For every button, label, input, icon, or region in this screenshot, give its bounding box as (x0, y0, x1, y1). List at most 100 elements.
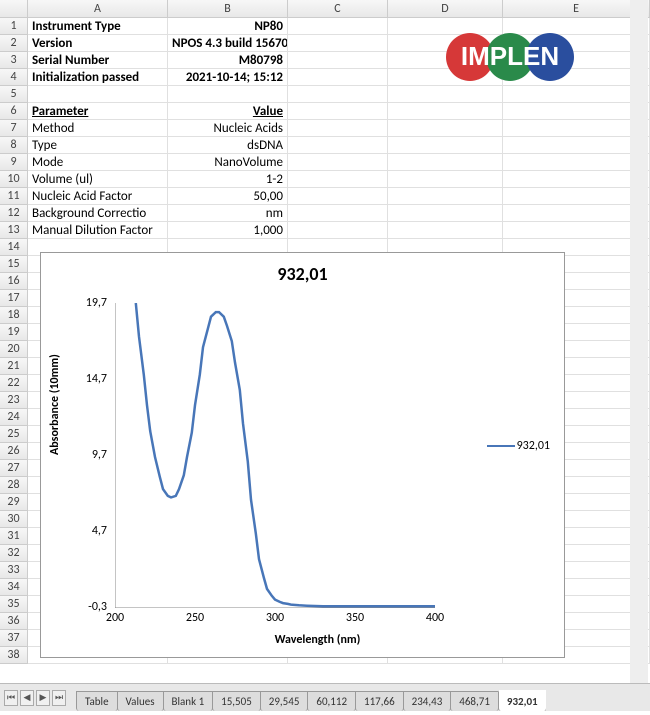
cell-A5[interactable] (28, 86, 168, 103)
tab-nav-last[interactable]: ⏭ (52, 690, 66, 706)
col-header-c[interactable]: C (288, 0, 388, 17)
select-all-corner[interactable] (0, 0, 28, 17)
cell-C3[interactable] (288, 52, 388, 69)
cell-C5[interactable] (288, 86, 388, 103)
cell-B2[interactable]: NPOS 4.3 build 15670 (168, 35, 288, 52)
cell-A8[interactable]: Type (28, 137, 168, 154)
cell-A6[interactable]: Parameter (28, 103, 168, 120)
col-header-e[interactable]: E (503, 0, 650, 17)
row-header[interactable]: 2 (0, 35, 28, 52)
cell-E9[interactable] (503, 154, 650, 171)
cell-E7[interactable] (503, 120, 650, 137)
row-header[interactable]: 32 (0, 545, 28, 562)
sheet-tab[interactable]: Table (76, 691, 118, 711)
sheet-tab[interactable]: 234,43 (403, 691, 452, 711)
cell-A2[interactable]: Version (28, 35, 168, 52)
cell-A13[interactable]: Manual Dilution Factor (28, 222, 168, 239)
row-header[interactable]: 21 (0, 358, 28, 375)
cell-C10[interactable] (288, 171, 388, 188)
cell-A4[interactable]: Initialization passed (28, 69, 168, 86)
row-header[interactable]: 8 (0, 137, 28, 154)
row-header[interactable]: 34 (0, 579, 28, 596)
cell-B12[interactable]: nm (168, 205, 288, 222)
sheet-tab[interactable]: 60,112 (307, 691, 356, 711)
row-header[interactable]: 1 (0, 18, 28, 35)
row-header[interactable]: 27 (0, 460, 28, 477)
row-header[interactable]: 12 (0, 205, 28, 222)
tab-nav-prev[interactable]: ◀ (20, 690, 34, 706)
sheet-tab[interactable]: 15,505 (212, 691, 261, 711)
cell-B10[interactable]: 1-2 (168, 171, 288, 188)
cell-D11[interactable] (388, 188, 503, 205)
cell-A7[interactable]: Method (28, 120, 168, 137)
cell-E5[interactable] (503, 86, 650, 103)
cell-D9[interactable] (388, 154, 503, 171)
cell-B6[interactable]: Value (168, 103, 288, 120)
cell-B8[interactable]: dsDNA (168, 137, 288, 154)
row-header[interactable]: 16 (0, 273, 28, 290)
cell-C1[interactable] (288, 18, 388, 35)
row-header[interactable]: 6 (0, 103, 28, 120)
cell-B9[interactable]: NanoVolume (168, 154, 288, 171)
row-header[interactable]: 18 (0, 307, 28, 324)
row-header[interactable]: 22 (0, 375, 28, 392)
row-header[interactable]: 3 (0, 52, 28, 69)
row-header[interactable]: 35 (0, 596, 28, 613)
cell-D13[interactable] (388, 222, 503, 239)
col-header-a[interactable]: A (28, 0, 168, 17)
cell-A10[interactable]: Volume (ul) (28, 171, 168, 188)
row-header[interactable]: 19 (0, 324, 28, 341)
row-header[interactable]: 5 (0, 86, 28, 103)
cell-B3[interactable]: M80798 (168, 52, 288, 69)
row-header[interactable]: 15 (0, 256, 28, 273)
row-header[interactable]: 30 (0, 511, 28, 528)
row-header[interactable]: 13 (0, 222, 28, 239)
col-header-b[interactable]: B (168, 0, 288, 17)
cell-E6[interactable] (503, 103, 650, 120)
row-header[interactable]: 26 (0, 443, 28, 460)
cell-A3[interactable]: Serial Number (28, 52, 168, 69)
col-header-d[interactable]: D (388, 0, 503, 17)
row-header[interactable]: 11 (0, 188, 28, 205)
sheet-tab[interactable]: 29,545 (260, 691, 309, 711)
sheet-tab[interactable]: 932,01 (498, 690, 546, 711)
sheet-tab[interactable]: Values (117, 691, 164, 711)
cell-C2[interactable] (288, 35, 388, 52)
row-header[interactable]: 37 (0, 630, 28, 647)
row-header[interactable]: 31 (0, 528, 28, 545)
cell-C13[interactable] (288, 222, 388, 239)
cell-B1[interactable]: NP80 (168, 18, 288, 35)
cell-C8[interactable] (288, 137, 388, 154)
cell-E8[interactable] (503, 137, 650, 154)
cell-D7[interactable] (388, 120, 503, 137)
row-header[interactable]: 25 (0, 426, 28, 443)
row-header[interactable]: 24 (0, 409, 28, 426)
row-header[interactable]: 33 (0, 562, 28, 579)
sheet-tab[interactable]: 468,71 (450, 691, 499, 711)
cell-A11[interactable]: Nucleic Acid Factor (28, 188, 168, 205)
row-header[interactable]: 9 (0, 154, 28, 171)
cell-D12[interactable] (388, 205, 503, 222)
row-header[interactable]: 4 (0, 69, 28, 86)
cell-A9[interactable]: Mode (28, 154, 168, 171)
cell-A1[interactable]: Instrument Type (28, 18, 168, 35)
sheet-tab[interactable]: 117,66 (355, 691, 404, 711)
cell-D10[interactable] (388, 171, 503, 188)
row-header[interactable]: 20 (0, 341, 28, 358)
vertical-scrollbar[interactable] (630, 0, 648, 711)
row-header[interactable]: 17 (0, 290, 28, 307)
cell-D6[interactable] (388, 103, 503, 120)
cell-D5[interactable] (388, 86, 503, 103)
row-header[interactable]: 29 (0, 494, 28, 511)
cell-C4[interactable] (288, 69, 388, 86)
cell-C12[interactable] (288, 205, 388, 222)
cell-E10[interactable] (503, 171, 650, 188)
cell-E11[interactable] (503, 188, 650, 205)
tab-nav-next[interactable]: ▶ (36, 690, 50, 706)
cell-C9[interactable] (288, 154, 388, 171)
cell-D8[interactable] (388, 137, 503, 154)
cell-B13[interactable]: 1,000 (168, 222, 288, 239)
cell-E12[interactable] (503, 205, 650, 222)
row-header[interactable]: 10 (0, 171, 28, 188)
cell-E13[interactable] (503, 222, 650, 239)
